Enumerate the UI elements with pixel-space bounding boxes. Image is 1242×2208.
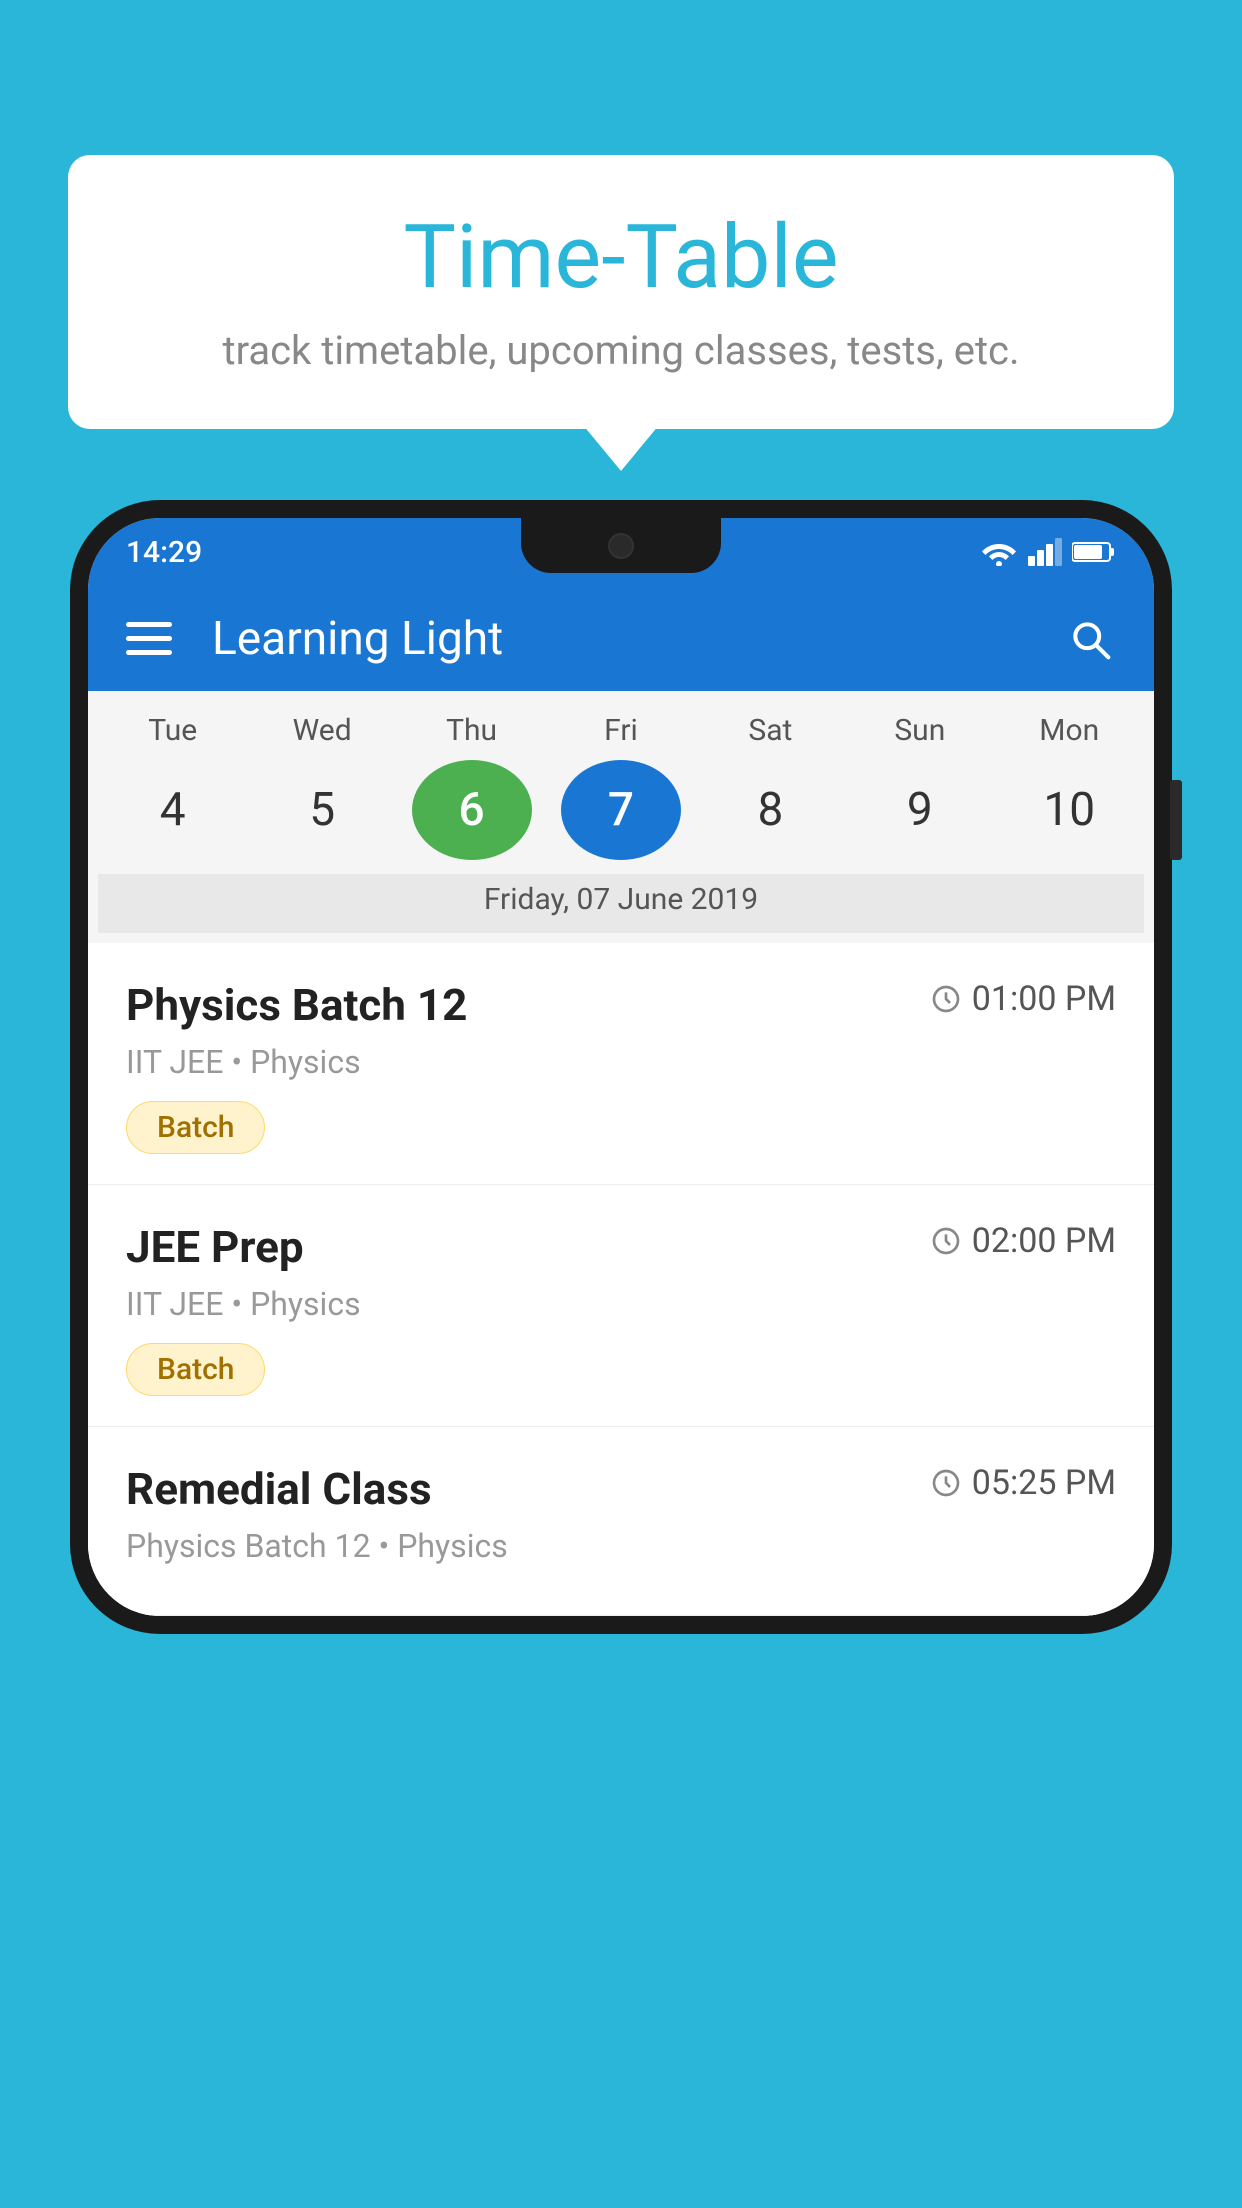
schedule-item-2-title: JEE Prep — [126, 1221, 304, 1273]
day-header-sun: Sun — [860, 713, 980, 748]
hamburger-menu-button[interactable] — [126, 622, 172, 655]
app-title: Learning Light — [212, 612, 1064, 666]
day-10[interactable]: 10 — [1009, 760, 1129, 860]
search-icon — [1068, 617, 1112, 661]
calendar-strip: Tue Wed Thu Fri Sat Sun Mon 4 5 6 7 8 9 … — [88, 691, 1154, 943]
day-9[interactable]: 9 — [860, 760, 980, 860]
search-button[interactable] — [1064, 613, 1116, 665]
status-time: 14:29 — [126, 535, 202, 570]
clock-icon-3 — [930, 1467, 962, 1499]
phone-outer: 14:29 — [70, 500, 1172, 1634]
phone-wrapper: 14:29 — [70, 500, 1172, 2208]
clock-icon-2 — [930, 1225, 962, 1257]
schedule-item-1[interactable]: Physics Batch 12 01:00 PM IIT JEE • Phys… — [88, 943, 1154, 1185]
phone-screen: 14:29 — [88, 518, 1154, 1616]
day-numbers: 4 5 6 7 8 9 10 — [98, 760, 1144, 860]
speech-bubble: Time-Table track timetable, upcoming cla… — [68, 155, 1174, 429]
day-8[interactable]: 8 — [710, 760, 830, 860]
day-header-mon: Mon — [1009, 713, 1129, 748]
wifi-icon — [980, 538, 1018, 566]
schedule-item-2-time: 02:00 PM — [930, 1221, 1116, 1261]
status-icons — [980, 538, 1116, 566]
day-header-thu: Thu — [412, 713, 532, 748]
hamburger-line-3 — [126, 650, 172, 655]
schedule-item-3-title: Remedial Class — [126, 1463, 432, 1515]
day-header-sat: Sat — [710, 713, 830, 748]
hamburger-line-2 — [126, 636, 172, 641]
schedule-item-2-header: JEE Prep 02:00 PM — [126, 1221, 1116, 1273]
day-header-tue: Tue — [113, 713, 233, 748]
phone-camera — [608, 533, 634, 559]
schedule-item-2-subtitle: IIT JEE • Physics — [126, 1285, 1116, 1323]
bubble-title: Time-Table — [128, 210, 1114, 307]
schedule-item-1-badge: Batch — [126, 1101, 265, 1154]
schedule-item-1-time: 01:00 PM — [930, 979, 1116, 1019]
day-7-selected[interactable]: 7 — [561, 760, 681, 860]
schedule-item-3-time: 05:25 PM — [930, 1463, 1116, 1503]
signal-icon — [1028, 538, 1062, 566]
speech-bubble-container: Time-Table track timetable, upcoming cla… — [68, 155, 1174, 429]
schedule-item-3-header: Remedial Class 05:25 PM — [126, 1463, 1116, 1515]
day-headers: Tue Wed Thu Fri Sat Sun Mon — [98, 713, 1144, 748]
schedule-item-1-title: Physics Batch 12 — [126, 979, 467, 1031]
schedule-item-2[interactable]: JEE Prep 02:00 PM IIT JEE • Physics Batc… — [88, 1185, 1154, 1427]
schedule-list: Physics Batch 12 01:00 PM IIT JEE • Phys… — [88, 943, 1154, 1616]
phone-notch — [521, 518, 721, 573]
selected-date-label: Friday, 07 June 2019 — [98, 874, 1144, 933]
day-header-fri: Fri — [561, 713, 681, 748]
battery-icon — [1072, 540, 1116, 564]
clock-icon-1 — [930, 983, 962, 1015]
bubble-subtitle: track timetable, upcoming classes, tests… — [128, 327, 1114, 374]
schedule-item-1-header: Physics Batch 12 01:00 PM — [126, 979, 1116, 1031]
app-bar: Learning Light — [88, 586, 1154, 691]
hamburger-line-1 — [126, 622, 172, 627]
day-6-today[interactable]: 6 — [412, 760, 532, 860]
schedule-item-1-subtitle: IIT JEE • Physics — [126, 1043, 1116, 1081]
day-4[interactable]: 4 — [113, 760, 233, 860]
schedule-item-2-badge: Batch — [126, 1343, 265, 1396]
day-5[interactable]: 5 — [262, 760, 382, 860]
schedule-item-3-subtitle: Physics Batch 12 • Physics — [126, 1527, 1116, 1565]
phone-side-button — [1170, 780, 1182, 860]
schedule-item-3[interactable]: Remedial Class 05:25 PM Physics Batch 12… — [88, 1427, 1154, 1616]
day-header-wed: Wed — [262, 713, 382, 748]
